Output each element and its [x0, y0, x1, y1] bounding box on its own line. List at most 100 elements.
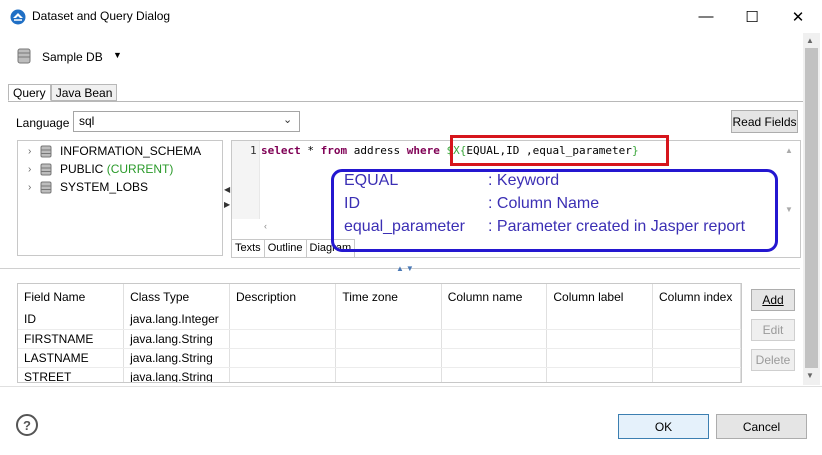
tree-item[interactable]: › INFORMATION_SCHEMA	[28, 144, 201, 158]
schema-icon	[40, 145, 52, 157]
sql-keyword: select	[261, 144, 301, 157]
database-icon	[17, 48, 31, 64]
collapse-left-icon[interactable]: ◀	[224, 185, 230, 194]
column-header[interactable]: Time zone	[335, 284, 442, 310]
sql-text-part: address	[347, 144, 407, 157]
empty-cell	[652, 310, 741, 330]
tree-item[interactable]: › SYSTEM_LOBS	[28, 180, 148, 194]
add-field-button[interactable]: Add	[751, 289, 795, 311]
scroll-up-icon[interactable]: ▲	[806, 36, 814, 45]
tab-query[interactable]: Query	[8, 84, 51, 101]
ok-button[interactable]: OK	[618, 414, 709, 439]
sql-keyword: where	[406, 144, 440, 157]
expand-icon[interactable]: ›	[28, 182, 40, 193]
language-select[interactable]: sql	[73, 111, 300, 132]
table-row[interactable]: STREET java.lang.String	[18, 367, 741, 382]
edit-field-button[interactable]: Edit	[751, 319, 795, 341]
language-label: Language	[16, 116, 70, 130]
empty-cell	[652, 367, 741, 382]
empty-cell	[335, 348, 442, 368]
scrollbar-thumb[interactable]	[805, 48, 818, 368]
schema-tree[interactable]: › INFORMATION_SCHEMA › PUBLIC (CURRENT) …	[17, 140, 223, 256]
schema-icon	[40, 163, 52, 175]
empty-cell	[229, 367, 337, 382]
annotation-meaning: : Parameter created in Jasper report	[488, 218, 746, 235]
empty-cell	[335, 329, 442, 349]
empty-cell	[441, 329, 548, 349]
expand-right-icon[interactable]: ▶	[224, 200, 230, 209]
column-header[interactable]: Column label	[546, 284, 653, 310]
add-label: Add	[762, 293, 784, 307]
annotation-term: equal_parameter	[344, 218, 465, 235]
empty-cell	[546, 310, 653, 330]
tab-texts[interactable]: Texts	[232, 239, 265, 257]
table-row[interactable]: LASTNAME java.lang.String	[18, 348, 741, 368]
empty-cell	[441, 348, 548, 368]
footer-divider	[0, 386, 822, 387]
class-type-cell: java.lang.String	[123, 367, 230, 382]
help-icon[interactable]: ?	[16, 414, 38, 436]
column-header[interactable]: Description	[229, 284, 337, 310]
annotation-meaning: : Column Name	[488, 195, 600, 212]
scroll-down-icon[interactable]: ▼	[785, 205, 793, 214]
tree-item-label: SYSTEM_LOBS	[60, 180, 149, 194]
schema-icon	[40, 181, 52, 193]
empty-cell	[229, 348, 337, 368]
annotation-meaning: : Keyword	[488, 172, 560, 189]
delete-field-button[interactable]: Delete	[751, 349, 795, 371]
current-schema-badge: (CURRENT)	[106, 162, 174, 176]
column-header[interactable]: Column name	[441, 284, 548, 310]
tab-outline[interactable]: Outline	[264, 239, 307, 257]
table-row[interactable]: FIRSTNAME java.lang.String	[18, 329, 741, 349]
empty-cell	[335, 310, 442, 330]
scroll-left-icon[interactable]: ‹	[264, 221, 267, 231]
scroll-down-icon[interactable]: ▼	[806, 371, 814, 380]
empty-cell	[546, 329, 653, 349]
close-button[interactable]: ✕	[775, 0, 821, 33]
tabs-divider	[8, 101, 804, 102]
tree-item[interactable]: › PUBLIC (CURRENT)	[28, 162, 173, 176]
expand-icon[interactable]: ›	[28, 146, 40, 157]
chevron-down-icon[interactable]: ⌄	[283, 113, 292, 126]
field-name-cell: STREET	[18, 367, 125, 382]
class-type-cell: java.lang.String	[123, 348, 230, 368]
minimize-button[interactable]: —	[683, 0, 729, 33]
empty-cell	[335, 367, 442, 382]
read-fields-button[interactable]: Read Fields	[731, 110, 798, 133]
empty-cell	[546, 348, 653, 368]
splitter-handle-icon[interactable]: ▲▼	[396, 264, 416, 273]
tab-java-bean[interactable]: Java Bean	[50, 84, 118, 101]
field-name-cell: FIRSTNAME	[18, 329, 125, 349]
column-header[interactable]: Field Name	[18, 284, 125, 310]
empty-cell	[652, 348, 741, 368]
sql-keyword: from	[320, 144, 348, 157]
annotation-term: EQUAL	[344, 172, 399, 189]
datasource-dropdown-icon[interactable]: ▼	[113, 50, 122, 60]
expand-icon[interactable]: ›	[28, 164, 40, 175]
sql-text-part: *	[300, 144, 321, 157]
column-header[interactable]: Column index	[652, 284, 741, 310]
query-tabs: Query Java Bean	[8, 84, 118, 101]
empty-cell	[229, 329, 337, 349]
column-header[interactable]: Class Type	[123, 284, 230, 310]
empty-cell	[546, 367, 653, 382]
editor-margin-line	[259, 141, 260, 219]
class-type-cell: java.lang.String	[123, 329, 230, 349]
empty-cell	[441, 367, 548, 382]
datasource-label[interactable]: Sample DB	[42, 50, 103, 64]
table-header-row: Field Name Class Type Description Time z…	[18, 284, 741, 310]
cancel-button[interactable]: Cancel	[716, 414, 807, 439]
table-row[interactable]: ID java.lang.Integer	[18, 310, 741, 330]
line-number: 1	[250, 144, 257, 157]
fields-table[interactable]: Field Name Class Type Description Time z…	[17, 283, 742, 383]
maximize-button[interactable]: ☐	[729, 0, 775, 33]
annotation-term: ID	[344, 195, 360, 212]
field-name-cell: LASTNAME	[18, 348, 125, 368]
scroll-up-icon[interactable]: ▲	[785, 146, 793, 155]
class-type-cell: java.lang.Integer	[123, 310, 230, 330]
app-icon	[10, 9, 26, 25]
empty-cell	[652, 329, 741, 349]
tree-item-label: INFORMATION_SCHEMA	[60, 144, 202, 158]
highlight-box	[450, 135, 669, 166]
empty-cell	[441, 310, 548, 330]
